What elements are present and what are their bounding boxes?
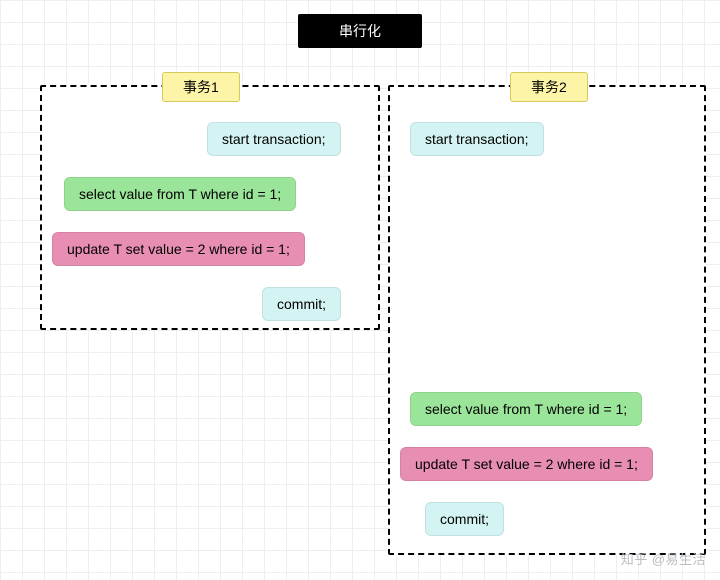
transaction-1-box: 事务1 start transaction; select value from… (40, 85, 380, 330)
diagram-canvas: 串行化 事务1 start transaction; select value … (0, 0, 720, 580)
txn2-update-stmt: update T set value = 2 where id = 1; (400, 447, 653, 481)
txn1-update-stmt: update T set value = 2 where id = 1; (52, 232, 305, 266)
txn1-start-transaction: start transaction; (207, 122, 341, 156)
watermark-text: 知乎 @易生活 (621, 549, 706, 568)
txn2-start-transaction: start transaction; (410, 122, 544, 156)
txn2-select-stmt: select value from T where id = 1; (410, 392, 642, 426)
txn2-commit-stmt: commit; (425, 502, 504, 536)
txn1-select-stmt: select value from T where id = 1; (64, 177, 296, 211)
diagram-title: 串行化 (298, 14, 422, 48)
transaction-1-label: 事务1 (162, 72, 240, 102)
txn1-commit-stmt: commit; (262, 287, 341, 321)
transaction-2-label: 事务2 (510, 72, 588, 102)
transaction-2-box: 事务2 start transaction; select value from… (388, 85, 706, 555)
